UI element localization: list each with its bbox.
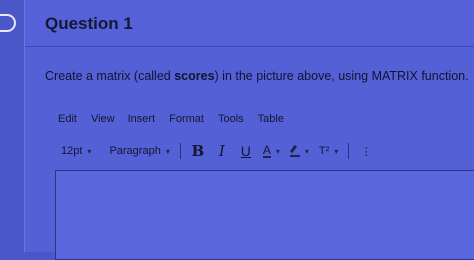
question-header: Question 1 bbox=[25, 0, 474, 47]
menu-format[interactable]: Format bbox=[169, 113, 204, 125]
menu-edit[interactable]: Edit bbox=[58, 113, 77, 125]
prompt-text-end: ) in the picture above, using MATRIX fun… bbox=[214, 69, 469, 83]
chevron-down-icon: ▾ bbox=[334, 146, 339, 156]
question-prompt: Create a matrix (called scores) in the p… bbox=[45, 69, 469, 83]
underline-button[interactable]: U bbox=[239, 143, 253, 159]
menu-table[interactable]: Table bbox=[258, 113, 284, 125]
block-format-dropdown[interactable]: Paragraph ▾ bbox=[109, 145, 169, 157]
text-color-dropdown[interactable]: A ▾ bbox=[262, 143, 280, 158]
highlight-color-dropdown[interactable]: ▾ bbox=[289, 145, 309, 157]
flag-question-icon[interactable] bbox=[0, 14, 16, 32]
question-title: Question 1 bbox=[45, 14, 133, 33]
toolbar-divider bbox=[179, 143, 181, 159]
toolbar-divider bbox=[348, 143, 350, 159]
menu-view[interactable]: View bbox=[91, 113, 115, 125]
font-size-value: 12pt bbox=[61, 145, 83, 157]
menu-insert[interactable]: Insert bbox=[128, 113, 156, 125]
chevron-down-icon: ▾ bbox=[275, 146, 280, 156]
question-card: Question 1 Create a matrix (called score… bbox=[24, 0, 474, 260]
answer-editor[interactable] bbox=[55, 170, 474, 260]
italic-button[interactable]: I bbox=[215, 142, 229, 160]
prompt-text-start: Create a matrix (called bbox=[45, 69, 175, 83]
block-format-value: Paragraph bbox=[109, 145, 161, 157]
font-size-dropdown[interactable]: 12pt ▾ bbox=[61, 145, 91, 157]
menu-tools[interactable]: Tools bbox=[218, 113, 244, 125]
more-options-icon[interactable]: ⋮ bbox=[359, 145, 373, 158]
chevron-down-icon: ▾ bbox=[87, 146, 92, 156]
text-color-icon: A bbox=[262, 143, 271, 158]
chevron-down-icon: ▾ bbox=[304, 146, 309, 156]
editor-menubar: Edit View Insert Format Tools Table bbox=[58, 113, 298, 125]
editor-toolbar: 12pt ▾ Paragraph ▾ B I U A ▾ ▾ T² ▾ ⋮ bbox=[61, 140, 383, 162]
prompt-bold-word: scores bbox=[174, 69, 215, 83]
highlighter-icon bbox=[289, 145, 300, 157]
chevron-down-icon: ▾ bbox=[165, 146, 170, 156]
bold-button[interactable]: B bbox=[191, 142, 205, 160]
superscript-icon: T² bbox=[318, 145, 330, 157]
superscript-dropdown[interactable]: T² ▾ bbox=[319, 145, 338, 157]
